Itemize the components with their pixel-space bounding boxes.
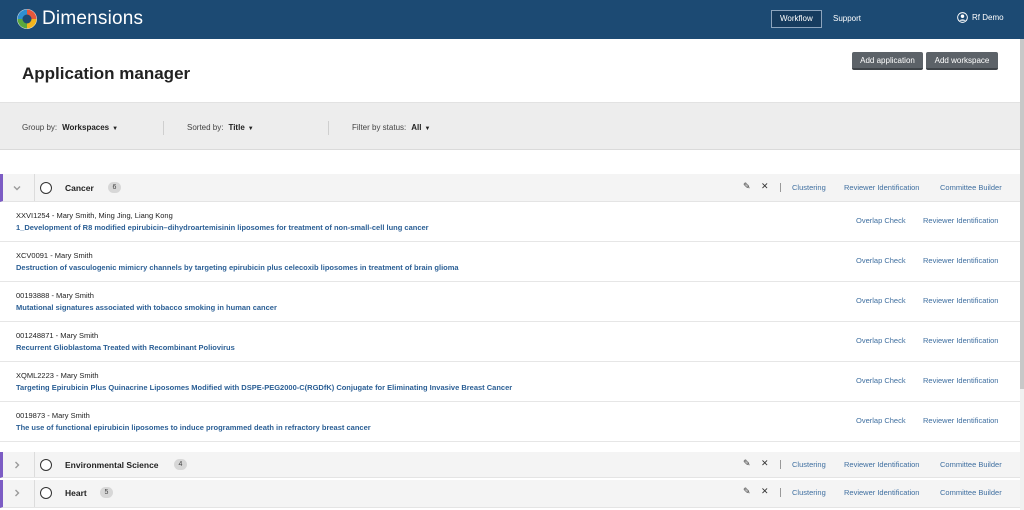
- scrollbar[interactable]: [1020, 39, 1024, 510]
- workspace-group-heart[interactable]: Heart 5 ✎ ✕ Clustering Reviewer Identifi…: [0, 480, 1020, 508]
- filter-bar: Group by: Workspaces ▼ Sorted by: Title ▼ Fi…: [0, 102, 1024, 150]
- page-title: Application manager: [22, 64, 191, 83]
- group-name: Heart: [65, 488, 87, 498]
- close-icon[interactable]: ✕: [761, 181, 769, 192]
- caret-down-icon: ▼: [247, 126, 254, 132]
- divider: [34, 480, 35, 507]
- application-row: XQML2223 - Mary Smith Targeting Epirubic…: [0, 362, 1020, 402]
- caret-down-icon: ▼: [424, 126, 431, 132]
- close-icon[interactable]: ✕: [761, 458, 769, 469]
- sorted-by-value: Title: [228, 123, 245, 132]
- overlap-check-link[interactable]: Overlap Check: [856, 336, 906, 345]
- reviewer-identification-link[interactable]: Reviewer Identification: [923, 376, 998, 385]
- divider: [780, 488, 781, 497]
- overlap-check-link[interactable]: Overlap Check: [856, 296, 906, 305]
- group-name: Cancer: [65, 183, 94, 193]
- clustering-link[interactable]: Clustering: [792, 183, 826, 192]
- application-meta: 001248871 - Mary Smith: [16, 331, 99, 340]
- top-navigation-bar: Dimensions Workflow Support Rf Demo: [0, 0, 1024, 39]
- divider: [780, 460, 781, 469]
- add-application-button[interactable]: Add application: [852, 52, 923, 70]
- group-select-radio[interactable]: [40, 487, 52, 499]
- scrollbar-thumb[interactable]: [1020, 39, 1024, 389]
- application-meta: XQML2223 - Mary Smith: [16, 371, 99, 380]
- logo-text: Dimensions: [42, 8, 144, 29]
- application-meta: 0019873 - Mary Smith: [16, 411, 90, 420]
- status-filter-dropdown[interactable]: Filter by status: All ▼: [352, 123, 430, 132]
- chevron-right-icon[interactable]: [12, 488, 22, 498]
- workspace-group-cancer[interactable]: Cancer 6 ✎ ✕ Clustering Reviewer Identif…: [0, 174, 1020, 202]
- reviewer-identification-link[interactable]: Reviewer Identification: [844, 488, 919, 497]
- clustering-link[interactable]: Clustering: [792, 488, 826, 497]
- application-title-link[interactable]: The use of functional epirubicin liposom…: [16, 423, 371, 432]
- caret-down-icon: ▼: [112, 126, 119, 132]
- nav-workflow[interactable]: Workflow: [771, 10, 822, 28]
- overlap-check-link[interactable]: Overlap Check: [856, 256, 906, 265]
- committee-builder-link[interactable]: Committee Builder: [940, 488, 1002, 497]
- application-title-link[interactable]: 1_Development of R8 modified epirubicin–…: [16, 223, 429, 232]
- add-workspace-button[interactable]: Add workspace: [926, 52, 998, 70]
- overlap-check-link[interactable]: Overlap Check: [856, 376, 906, 385]
- reviewer-identification-link[interactable]: Reviewer Identification: [844, 460, 919, 469]
- group-name: Environmental Science: [65, 460, 159, 470]
- divider: [780, 183, 781, 192]
- sorted-by-label: Sorted by:: [187, 123, 224, 132]
- group-select-radio[interactable]: [40, 182, 52, 194]
- workspace-group-environmental-science[interactable]: Environmental Science 4 ✎ ✕ Clustering R…: [0, 452, 1020, 478]
- divider: [163, 121, 164, 135]
- reviewer-identification-link[interactable]: Reviewer Identification: [923, 416, 998, 425]
- application-row: 001248871 - Mary Smith Recurrent Gliobla…: [0, 322, 1020, 362]
- group-by-dropdown[interactable]: Group by: Workspaces ▼: [22, 123, 118, 132]
- overlap-check-link[interactable]: Overlap Check: [856, 216, 906, 225]
- application-row: 00193888 - Mary Smith Mutational signatu…: [0, 282, 1020, 322]
- application-title-link[interactable]: Recurrent Glioblastoma Treated with Reco…: [16, 343, 235, 352]
- application-title-link[interactable]: Mutational signatures associated with to…: [16, 303, 277, 312]
- committee-builder-link[interactable]: Committee Builder: [940, 183, 1002, 192]
- reviewer-identification-link[interactable]: Reviewer Identification: [923, 296, 998, 305]
- status-filter-label: Filter by status:: [352, 123, 407, 132]
- application-row: 0019873 - Mary Smith The use of function…: [0, 402, 1020, 442]
- user-name: Rf Demo: [972, 13, 1004, 22]
- user-menu[interactable]: Rf Demo: [957, 12, 1004, 23]
- application-title-link[interactable]: Destruction of vasculogenic mimicry chan…: [16, 263, 459, 272]
- dimensions-logo[interactable]: Dimensions: [16, 7, 143, 31]
- group-by-value: Workspaces: [62, 123, 110, 132]
- overlap-check-link[interactable]: Overlap Check: [856, 416, 906, 425]
- reviewer-identification-link[interactable]: Reviewer Identification: [923, 336, 998, 345]
- group-select-radio[interactable]: [40, 459, 52, 471]
- dimensions-logo-icon: [17, 9, 37, 29]
- status-filter-value: All: [411, 123, 422, 132]
- pencil-icon[interactable]: ✎: [743, 181, 751, 192]
- sorted-by-dropdown[interactable]: Sorted by: Title ▼: [187, 123, 254, 132]
- application-meta: XXVI1254 - Mary Smith, Ming Jing, Liang …: [16, 211, 173, 220]
- chevron-right-icon[interactable]: [12, 460, 22, 470]
- chevron-down-icon[interactable]: [12, 183, 22, 193]
- nav-support[interactable]: Support: [824, 10, 870, 28]
- application-row: XCV0091 - Mary Smith Destruction of vasc…: [0, 242, 1020, 282]
- application-meta: XCV0091 - Mary Smith: [16, 251, 93, 260]
- divider: [34, 452, 35, 477]
- close-icon[interactable]: ✕: [761, 486, 769, 497]
- committee-builder-link[interactable]: Committee Builder: [940, 460, 1002, 469]
- reviewer-identification-link[interactable]: Reviewer Identification: [923, 256, 998, 265]
- application-row: XXVI1254 - Mary Smith, Ming Jing, Liang …: [0, 202, 1020, 242]
- user-icon: [957, 12, 968, 23]
- application-meta: 00193888 - Mary Smith: [16, 291, 94, 300]
- application-title-link[interactable]: Targeting Epirubicin Plus Quinacrine Lip…: [16, 383, 512, 392]
- divider: [328, 121, 329, 135]
- divider: [34, 174, 35, 201]
- pencil-icon[interactable]: ✎: [743, 486, 751, 497]
- reviewer-identification-link[interactable]: Reviewer Identification: [844, 183, 919, 192]
- group-count-badge: 5: [100, 487, 113, 498]
- group-count-badge: 6: [108, 182, 121, 193]
- clustering-link[interactable]: Clustering: [792, 460, 826, 469]
- pencil-icon[interactable]: ✎: [743, 458, 751, 469]
- reviewer-identification-link[interactable]: Reviewer Identification: [923, 216, 998, 225]
- group-by-label: Group by:: [22, 123, 58, 132]
- group-count-badge: 4: [174, 459, 187, 470]
